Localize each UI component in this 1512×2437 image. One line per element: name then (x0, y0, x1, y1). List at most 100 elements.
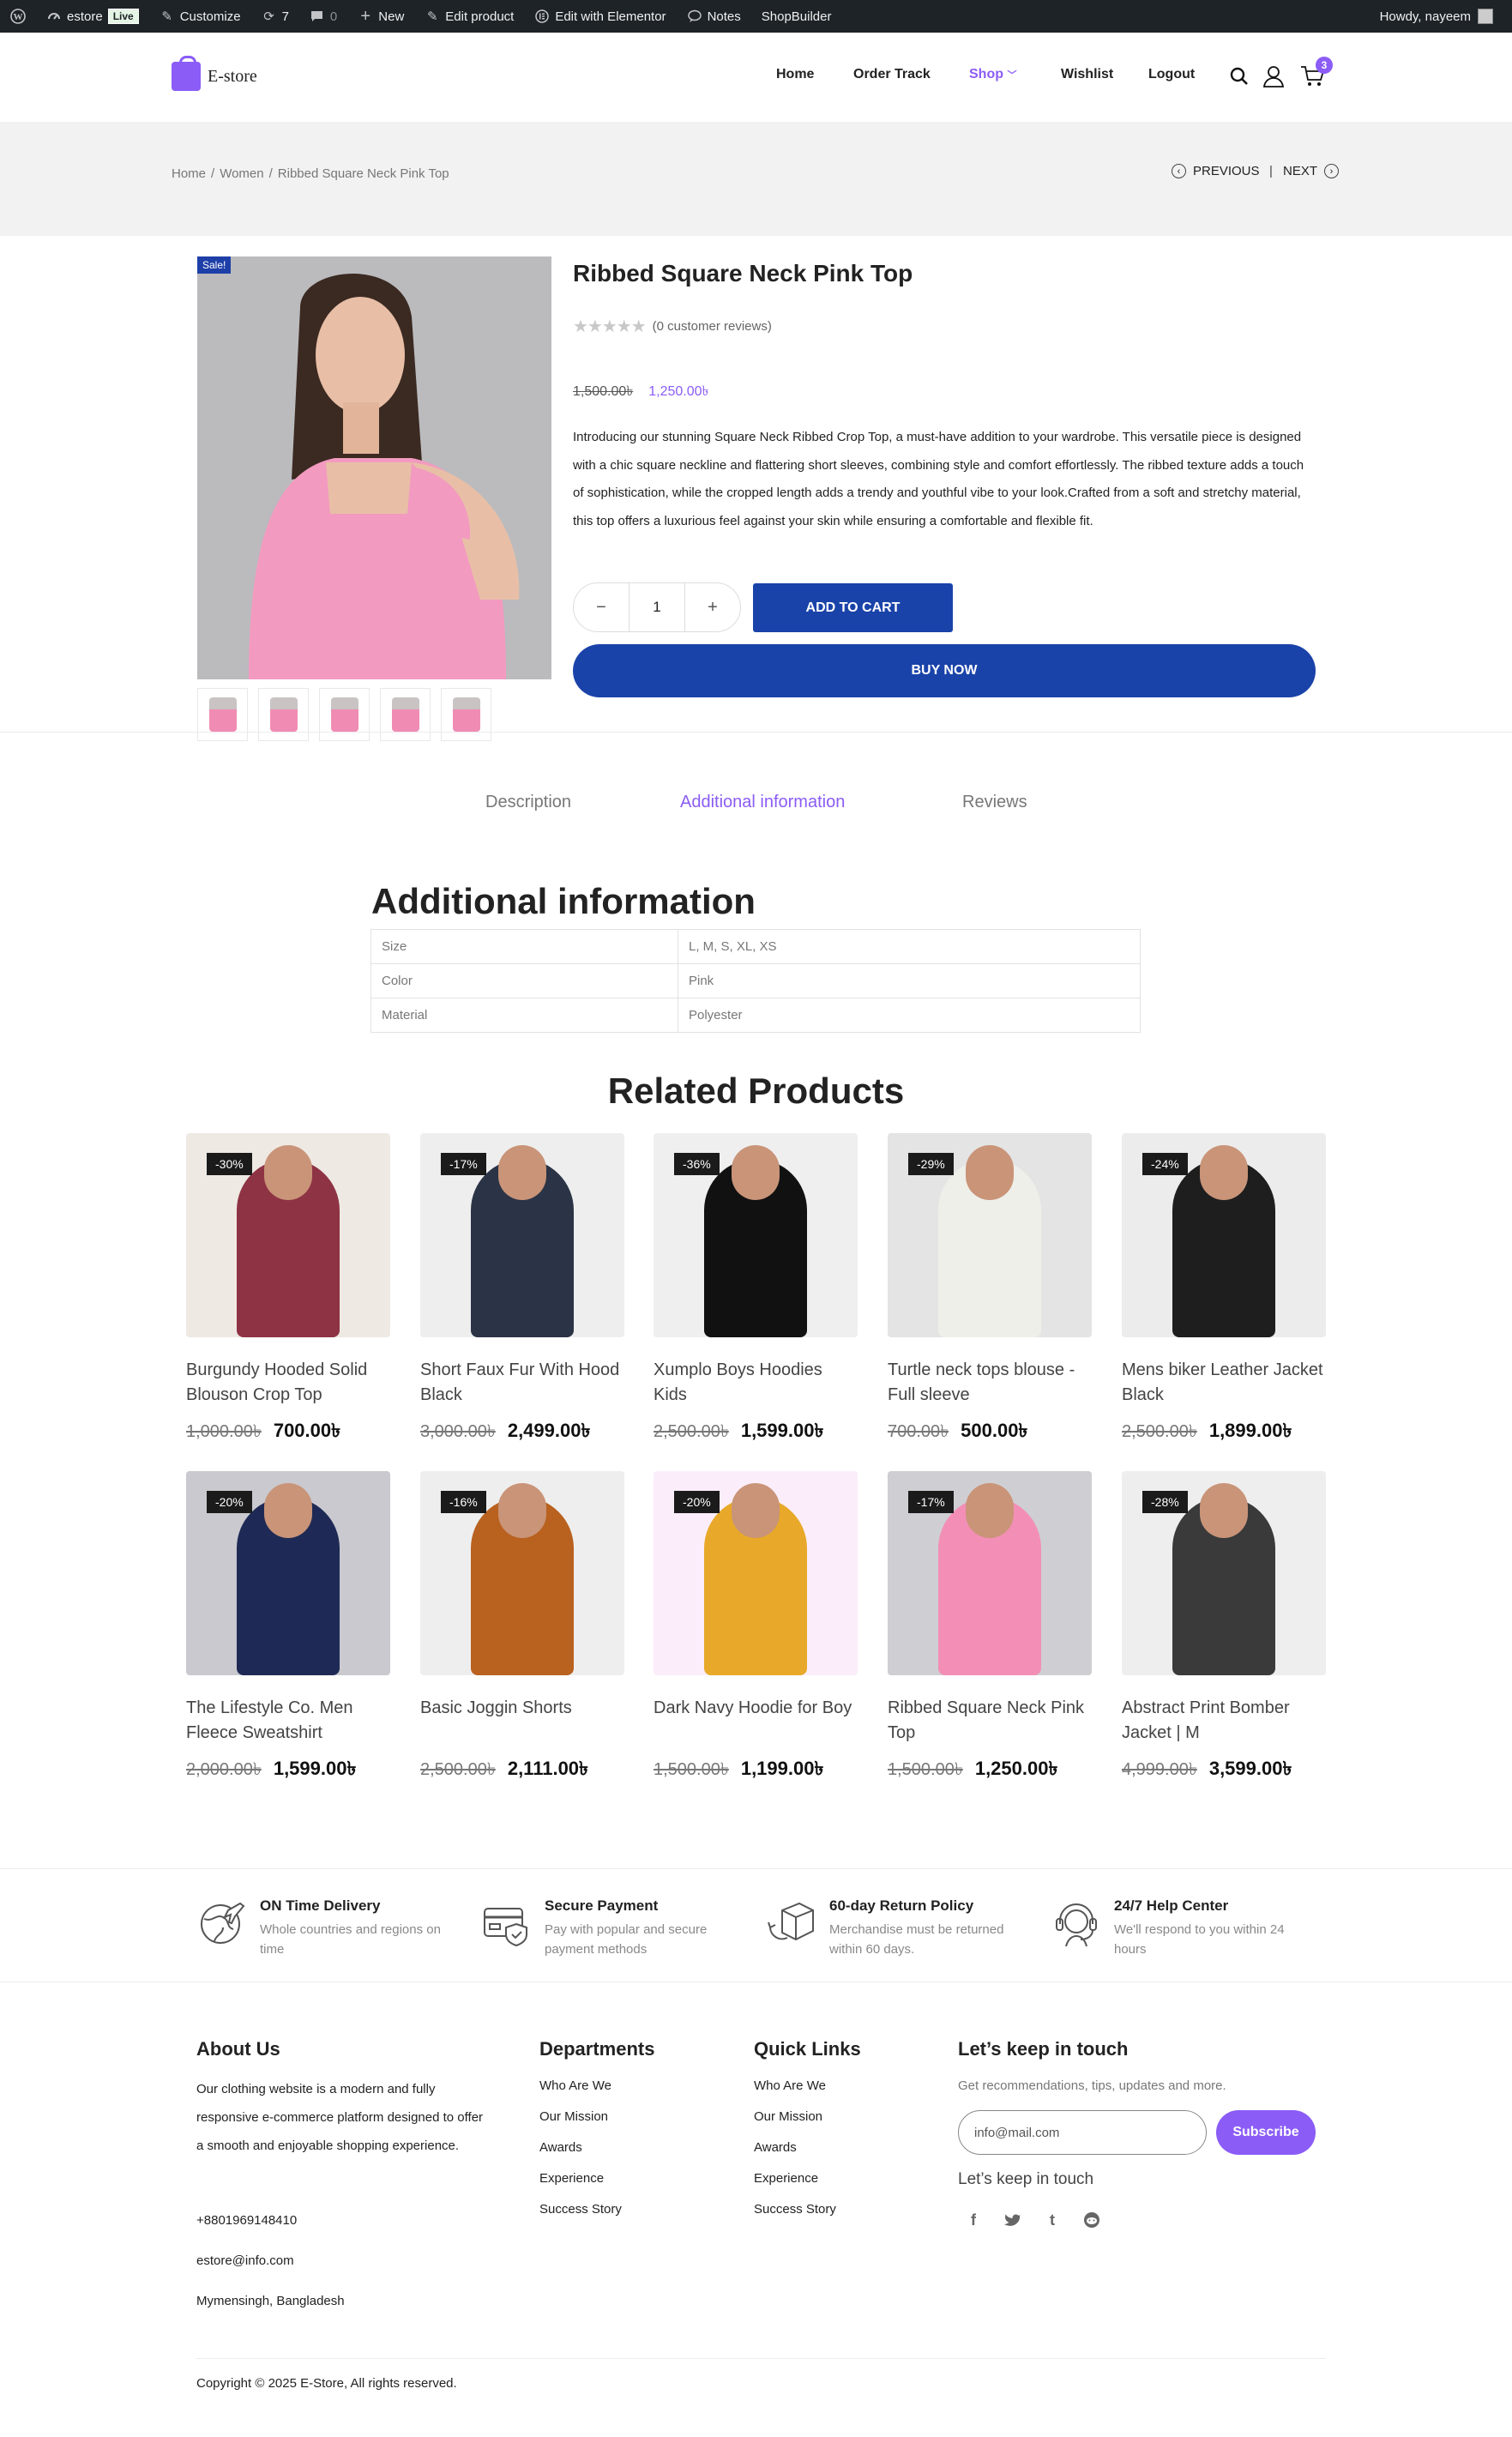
product-card[interactable]: -16% Basic Joggin Shorts 2,500.00৳ 2,111.00… (420, 1471, 624, 1786)
buy-now-button[interactable]: BUY NOW (573, 644, 1316, 697)
twitter-icon[interactable] (1002, 2209, 1024, 2231)
updates-link[interactable]: ⟳ 7 (251, 0, 299, 33)
product-card-name[interactable]: Ribbed Square Neck Pink Top (888, 1696, 1092, 1746)
tumblr-icon[interactable]: t (1041, 2209, 1063, 2231)
rating-row: ★★★★★ (0 customer reviews) (573, 316, 772, 337)
footer-link[interactable]: Who Are We (539, 2078, 611, 2093)
newsletter-email-input[interactable]: info@mail.com (958, 2110, 1207, 2155)
product-card-image[interactable]: -24% (1122, 1133, 1326, 1337)
site-name-menu[interactable]: estore Live (36, 0, 149, 33)
add-to-cart-button[interactable]: ADD TO CART (753, 583, 953, 632)
product-card-name[interactable]: Burgundy Hooded Solid Blouson Crop Top (186, 1358, 390, 1408)
nav-order-track[interactable]: Order Track (853, 67, 931, 82)
tab-description[interactable]: Description (485, 793, 571, 812)
footer-link[interactable]: Success Story (539, 2202, 622, 2217)
nav-shop[interactable]: Shop ﹀ (969, 67, 1016, 82)
tab-additional-information[interactable]: Additional information (680, 793, 845, 812)
tab-reviews[interactable]: Reviews (962, 793, 1027, 812)
subscribe-button[interactable]: Subscribe (1216, 2110, 1316, 2155)
return-box-icon (766, 1897, 817, 1949)
footer-link[interactable]: Experience (539, 2171, 604, 2186)
sale-price: 3,599.00৳ (1208, 1758, 1292, 1779)
product-card-price: 4,999.00৳ 3,599.00৳ (1122, 1754, 1326, 1786)
product-card[interactable]: -28% Abstract Print Bomber Jacket | M 4,99… (1122, 1471, 1326, 1786)
thumbnail[interactable] (258, 688, 309, 741)
related-products-heading: Related Products (607, 1071, 905, 1111)
product-card-image[interactable]: -20% (654, 1471, 858, 1675)
footer-email[interactable]: estore@info.com (196, 2253, 294, 2268)
product-card-image[interactable]: -17% (420, 1133, 624, 1337)
product-card[interactable]: -36% Xumplo Boys Hoodies Kids 2,500.00৳ 1,5… (654, 1133, 858, 1448)
breadcrumb-band: Home / Women / Ribbed Square Neck Pink T… (0, 122, 1512, 236)
breadcrumb-home[interactable]: Home (172, 166, 206, 181)
shopbuilder-link[interactable]: ShopBuilder (751, 0, 842, 33)
product-card[interactable]: -17% Ribbed Square Neck Pink Top 1,500.00৳… (888, 1471, 1092, 1786)
product-card-name[interactable]: Dark Navy Hoodie for Boy (654, 1696, 858, 1746)
attribute-value: Polyester (678, 998, 1141, 1033)
thumbnail[interactable] (319, 688, 370, 741)
sale-badge: Sale! (197, 256, 232, 274)
facebook-icon[interactable]: f (962, 2209, 985, 2231)
next-link[interactable]: NEXT › (1283, 164, 1340, 178)
site-logo[interactable]: E-store (172, 56, 257, 91)
edit-elementor-label: Edit with Elementor (555, 9, 666, 24)
footer-link[interactable]: Experience (754, 2171, 818, 2186)
product-card-image[interactable]: -28% (1122, 1471, 1326, 1675)
quantity-input[interactable]: 1 (629, 583, 685, 631)
product-card-image[interactable]: -16% (420, 1471, 624, 1675)
product-card-image[interactable]: -30% (186, 1133, 390, 1337)
product-card-name[interactable]: The Lifestyle Co. Men Fleece Sweatshirt (186, 1696, 390, 1746)
product-figure-head (498, 1145, 546, 1200)
cart-button[interactable]: 3 (1298, 57, 1333, 91)
edit-product-link[interactable]: ✎ Edit product (414, 0, 524, 33)
product-card-name[interactable]: Mens biker Leather Jacket Black (1122, 1358, 1326, 1408)
product-main-image[interactable]: Sale! (197, 256, 551, 679)
product-card-name[interactable]: Xumplo Boys Hoodies Kids (654, 1358, 858, 1408)
product-card[interactable]: -17% Short Faux Fur With Hood Black 3,000.… (420, 1133, 624, 1448)
nav-logout[interactable]: Logout (1148, 67, 1195, 82)
reddit-icon[interactable] (1081, 2209, 1103, 2231)
footer-phone[interactable]: +8801969148410 (196, 2213, 297, 2228)
previous-link[interactable]: ‹ PREVIOUS (1172, 164, 1260, 178)
thumbnail[interactable] (380, 688, 431, 741)
product-card-image[interactable]: -20% (186, 1471, 390, 1675)
footer-link[interactable]: Our Mission (754, 2109, 822, 2124)
product-card-name[interactable]: Short Faux Fur With Hood Black (420, 1358, 624, 1408)
decrease-button[interactable]: − (574, 583, 629, 631)
nav-home[interactable]: Home (776, 67, 814, 82)
old-price: 700.00৳ (888, 1422, 949, 1441)
product-card[interactable]: -20% Dark Navy Hoodie for Boy 1,500.00৳ 1,1… (654, 1471, 858, 1786)
product-card[interactable]: -30% Burgundy Hooded Solid Blouson Crop T… (186, 1133, 390, 1448)
product-card-name[interactable]: Turtle neck tops blouse - Full sleeve (888, 1358, 1092, 1408)
review-count-link[interactable]: (0 customer reviews) (653, 319, 772, 334)
search-button[interactable] (1225, 62, 1254, 91)
nav-wishlist[interactable]: Wishlist (1061, 67, 1113, 82)
increase-button[interactable]: + (685, 583, 740, 631)
comments-link[interactable]: 0 (299, 0, 347, 33)
product-card-name[interactable]: Abstract Print Bomber Jacket | M (1122, 1696, 1326, 1746)
product-card-image[interactable]: -36% (654, 1133, 858, 1337)
footer-link[interactable]: Awards (539, 2140, 582, 2155)
product-card-image[interactable]: -29% (888, 1133, 1092, 1337)
account-button[interactable] (1259, 62, 1288, 91)
wordpress-menu[interactable]: W (0, 0, 36, 33)
edit-elementor-link[interactable]: Edit with Elementor (524, 0, 676, 33)
account-menu[interactable]: Howdy, nayeem (1380, 9, 1512, 24)
divider (0, 732, 1512, 733)
thumbnail[interactable] (197, 688, 248, 741)
admin-bar: W estore Live ✎ Customize ⟳ 7 0 + New ✎ … (0, 0, 1512, 33)
notes-link[interactable]: Notes (677, 0, 751, 33)
new-content-menu[interactable]: + New (347, 0, 414, 33)
customize-link[interactable]: ✎ Customize (149, 0, 251, 33)
product-card[interactable]: -24% Mens biker Leather Jacket Black 2,500… (1122, 1133, 1326, 1448)
thumbnail[interactable] (441, 688, 491, 741)
footer-link[interactable]: Awards (754, 2140, 797, 2155)
product-card[interactable]: -20% The Lifestyle Co. Men Fleece Sweatsh… (186, 1471, 390, 1786)
footer-link[interactable]: Who Are We (754, 2078, 826, 2093)
product-card-name[interactable]: Basic Joggin Shorts (420, 1696, 624, 1746)
footer-link[interactable]: Success Story (754, 2202, 836, 2217)
product-card[interactable]: -29% Turtle neck tops blouse - Full sleev… (888, 1133, 1092, 1448)
breadcrumb-women[interactable]: Women (220, 166, 263, 181)
footer-link[interactable]: Our Mission (539, 2109, 608, 2124)
product-card-image[interactable]: -17% (888, 1471, 1092, 1675)
